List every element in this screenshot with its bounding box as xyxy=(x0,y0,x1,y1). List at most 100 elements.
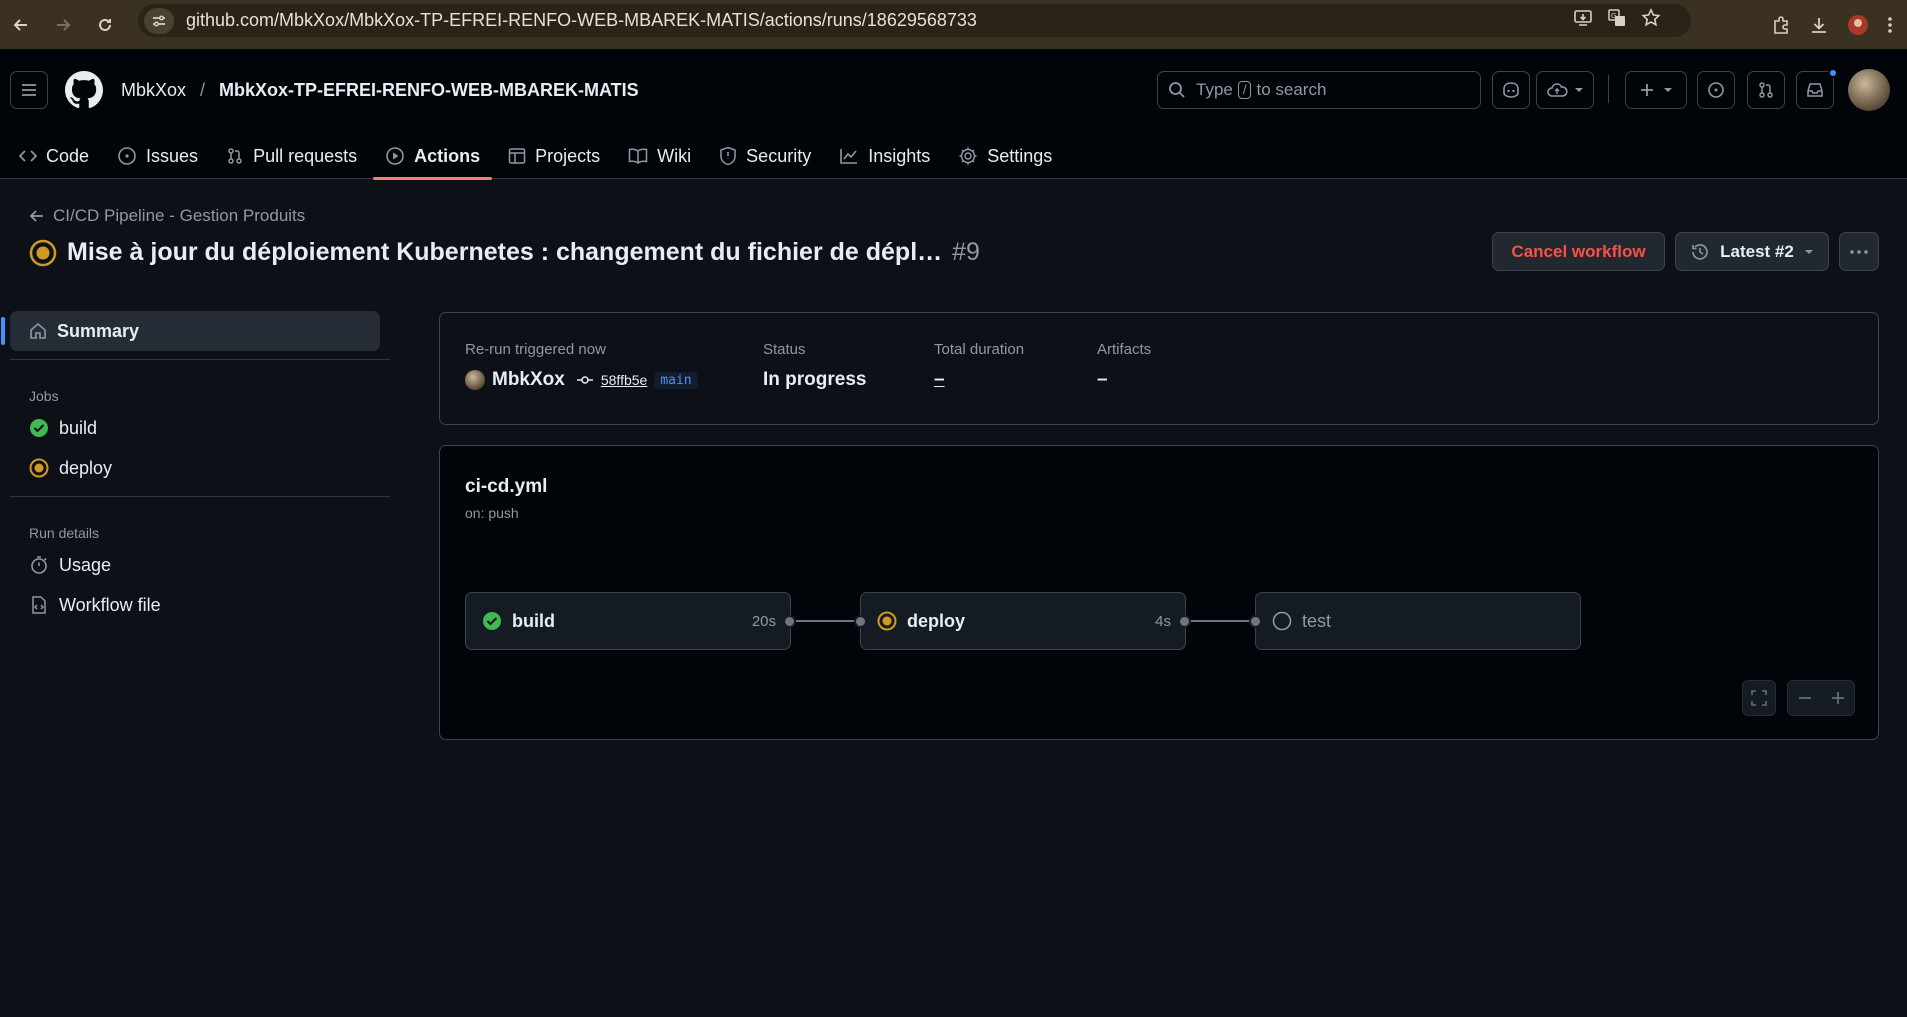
run-sidebar: Summary Jobs build deploy Run details Us… xyxy=(1,311,390,625)
install-app-icon[interactable] xyxy=(1573,8,1593,28)
copilot-icon xyxy=(1503,82,1519,98)
hamburger-icon xyxy=(22,84,36,96)
arrow-left-icon xyxy=(29,210,43,222)
inbox-button[interactable] xyxy=(1796,71,1834,109)
sidebar-item-usage[interactable]: Usage xyxy=(10,545,390,585)
pull-request-icon xyxy=(228,148,242,164)
trigger-details: MbkXox 58ffb5e main xyxy=(465,369,698,391)
pull-request-icon xyxy=(1759,82,1773,98)
job-node-build[interactable]: build 20s xyxy=(465,592,791,650)
menu-kebab-icon[interactable] xyxy=(1887,15,1893,35)
issues-button[interactable] xyxy=(1697,71,1735,109)
cancel-workflow-button[interactable]: Cancel workflow xyxy=(1492,232,1665,271)
sidebar-item-summary[interactable]: Summary xyxy=(1,311,380,351)
duration-value[interactable]: – xyxy=(934,369,945,391)
gear-icon xyxy=(959,147,977,165)
tab-label: Projects xyxy=(535,145,601,166)
history-icon xyxy=(1692,243,1708,260)
tab-label: Pull requests xyxy=(253,145,358,166)
back-to-workflow-link[interactable]: CI/CD Pipeline - Gestion Produits xyxy=(29,206,305,226)
owner-link[interactable]: MbkXox xyxy=(121,80,186,101)
branch-label[interactable]: main xyxy=(654,371,698,389)
search-shortcut-key: / xyxy=(1237,81,1252,99)
workflow-file-name[interactable]: ci-cd.yml xyxy=(465,476,547,498)
repo-breadcrumb: MbkXox / MbkXox-TP-EFREI-RENFO-WEB-MBARE… xyxy=(121,80,639,101)
search-icon xyxy=(1169,82,1185,98)
tab-wiki[interactable]: Wiki xyxy=(616,133,703,179)
book-icon xyxy=(628,148,648,164)
run-number: #9 xyxy=(952,238,980,266)
tab-insights[interactable]: Insights xyxy=(827,133,942,179)
more-options-button[interactable] xyxy=(1839,232,1879,271)
translate-icon[interactable]: G xyxy=(1607,8,1627,28)
address-bar[interactable]: github.com/MbkXox/MbkXox-TP-EFREI-RENFO-… xyxy=(138,4,1691,37)
sidebar-item-label: Summary xyxy=(57,320,140,341)
zoom-out-icon[interactable] xyxy=(1797,690,1813,706)
tab-security[interactable]: Security xyxy=(707,133,823,179)
repo-link[interactable]: MbkXox-TP-EFREI-RENFO-WEB-MBAREK-MATIS xyxy=(219,80,639,101)
job-output-port xyxy=(1178,615,1191,628)
tab-label: Insights xyxy=(868,145,931,166)
reload-icon[interactable] xyxy=(84,0,126,49)
zoom-in-icon[interactable] xyxy=(1830,690,1846,706)
tab-code[interactable]: Code xyxy=(0,133,101,179)
commit-sha-link[interactable]: 58ffb5e xyxy=(601,372,647,388)
back-arrow-icon[interactable] xyxy=(0,0,42,49)
sidebar-item-job-build[interactable]: build xyxy=(10,408,390,448)
job-name: build xyxy=(512,610,555,631)
extensions-icon[interactable] xyxy=(1771,15,1791,35)
copilot-dropdown-button[interactable] xyxy=(1536,71,1594,109)
sidebar-item-label: Workflow file xyxy=(59,594,161,615)
profile-avatar-icon[interactable] xyxy=(1847,14,1869,36)
zoom-controls xyxy=(1787,680,1855,716)
url-text[interactable]: github.com/MbkXox/MbkXox-TP-EFREI-RENFO-… xyxy=(186,10,977,31)
actor-name[interactable]: MbkXox xyxy=(492,369,565,391)
job-duration: 4s xyxy=(1155,612,1171,630)
chevron-down-icon xyxy=(1664,88,1672,92)
tab-issues[interactable]: Issues xyxy=(105,133,210,179)
job-name: test xyxy=(1302,610,1332,631)
user-avatar[interactable] xyxy=(1848,69,1890,111)
workflow-name: CI/CD Pipeline - Gestion Produits xyxy=(53,206,306,225)
tab-label: Wiki xyxy=(657,145,692,166)
sidebar-divider xyxy=(10,496,390,497)
search-input[interactable]: Type / to search xyxy=(1157,71,1481,109)
shield-icon xyxy=(720,146,736,166)
job-connector xyxy=(1190,620,1257,622)
copilot-button[interactable] xyxy=(1492,71,1530,109)
job-input-port xyxy=(854,615,867,628)
bookmark-star-icon[interactable] xyxy=(1641,8,1661,28)
sidebar-item-workflow-file[interactable]: Workflow file xyxy=(10,585,390,625)
tab-projects[interactable]: Projects xyxy=(496,133,612,179)
cancel-workflow-label: Cancel workflow xyxy=(1511,241,1646,261)
graph-icon xyxy=(840,149,858,164)
sidebar-item-job-deploy[interactable]: deploy xyxy=(10,448,390,488)
forward-arrow-icon[interactable] xyxy=(42,0,84,49)
create-new-button[interactable] xyxy=(1625,71,1687,109)
hamburger-menu-button[interactable] xyxy=(10,71,48,109)
search-placeholder-suffix: to search xyxy=(1256,80,1327,99)
home-icon xyxy=(30,322,46,339)
file-code-icon xyxy=(32,596,46,614)
browser-toolbar: github.com/MbkXox/MbkXox-TP-EFREI-RENFO-… xyxy=(0,0,1907,49)
tab-settings[interactable]: Settings xyxy=(946,133,1064,179)
fullscreen-button[interactable] xyxy=(1742,680,1776,716)
latest-attempt-dropdown[interactable]: Latest #2 xyxy=(1675,232,1829,271)
commit-icon xyxy=(576,376,593,384)
job-node-test[interactable]: test xyxy=(1255,592,1581,650)
download-icon[interactable] xyxy=(1809,15,1829,35)
screen-full-icon xyxy=(1751,690,1767,706)
tab-pull-requests[interactable]: Pull requests xyxy=(214,133,369,179)
github-logo-icon[interactable] xyxy=(65,71,103,109)
artifacts-label: Artifacts xyxy=(1097,341,1152,358)
status-value: In progress xyxy=(763,369,867,390)
tab-actions[interactable]: Actions xyxy=(373,133,493,180)
code-icon xyxy=(19,150,37,162)
pull-requests-button[interactable] xyxy=(1747,71,1785,109)
site-info-icon[interactable] xyxy=(144,7,174,34)
in-progress-status-icon xyxy=(29,239,57,266)
job-node-deploy[interactable]: deploy 4s xyxy=(860,592,1186,650)
actor-avatar[interactable] xyxy=(465,370,485,390)
job-duration: 20s xyxy=(751,612,776,630)
check-circle-icon xyxy=(483,612,501,630)
